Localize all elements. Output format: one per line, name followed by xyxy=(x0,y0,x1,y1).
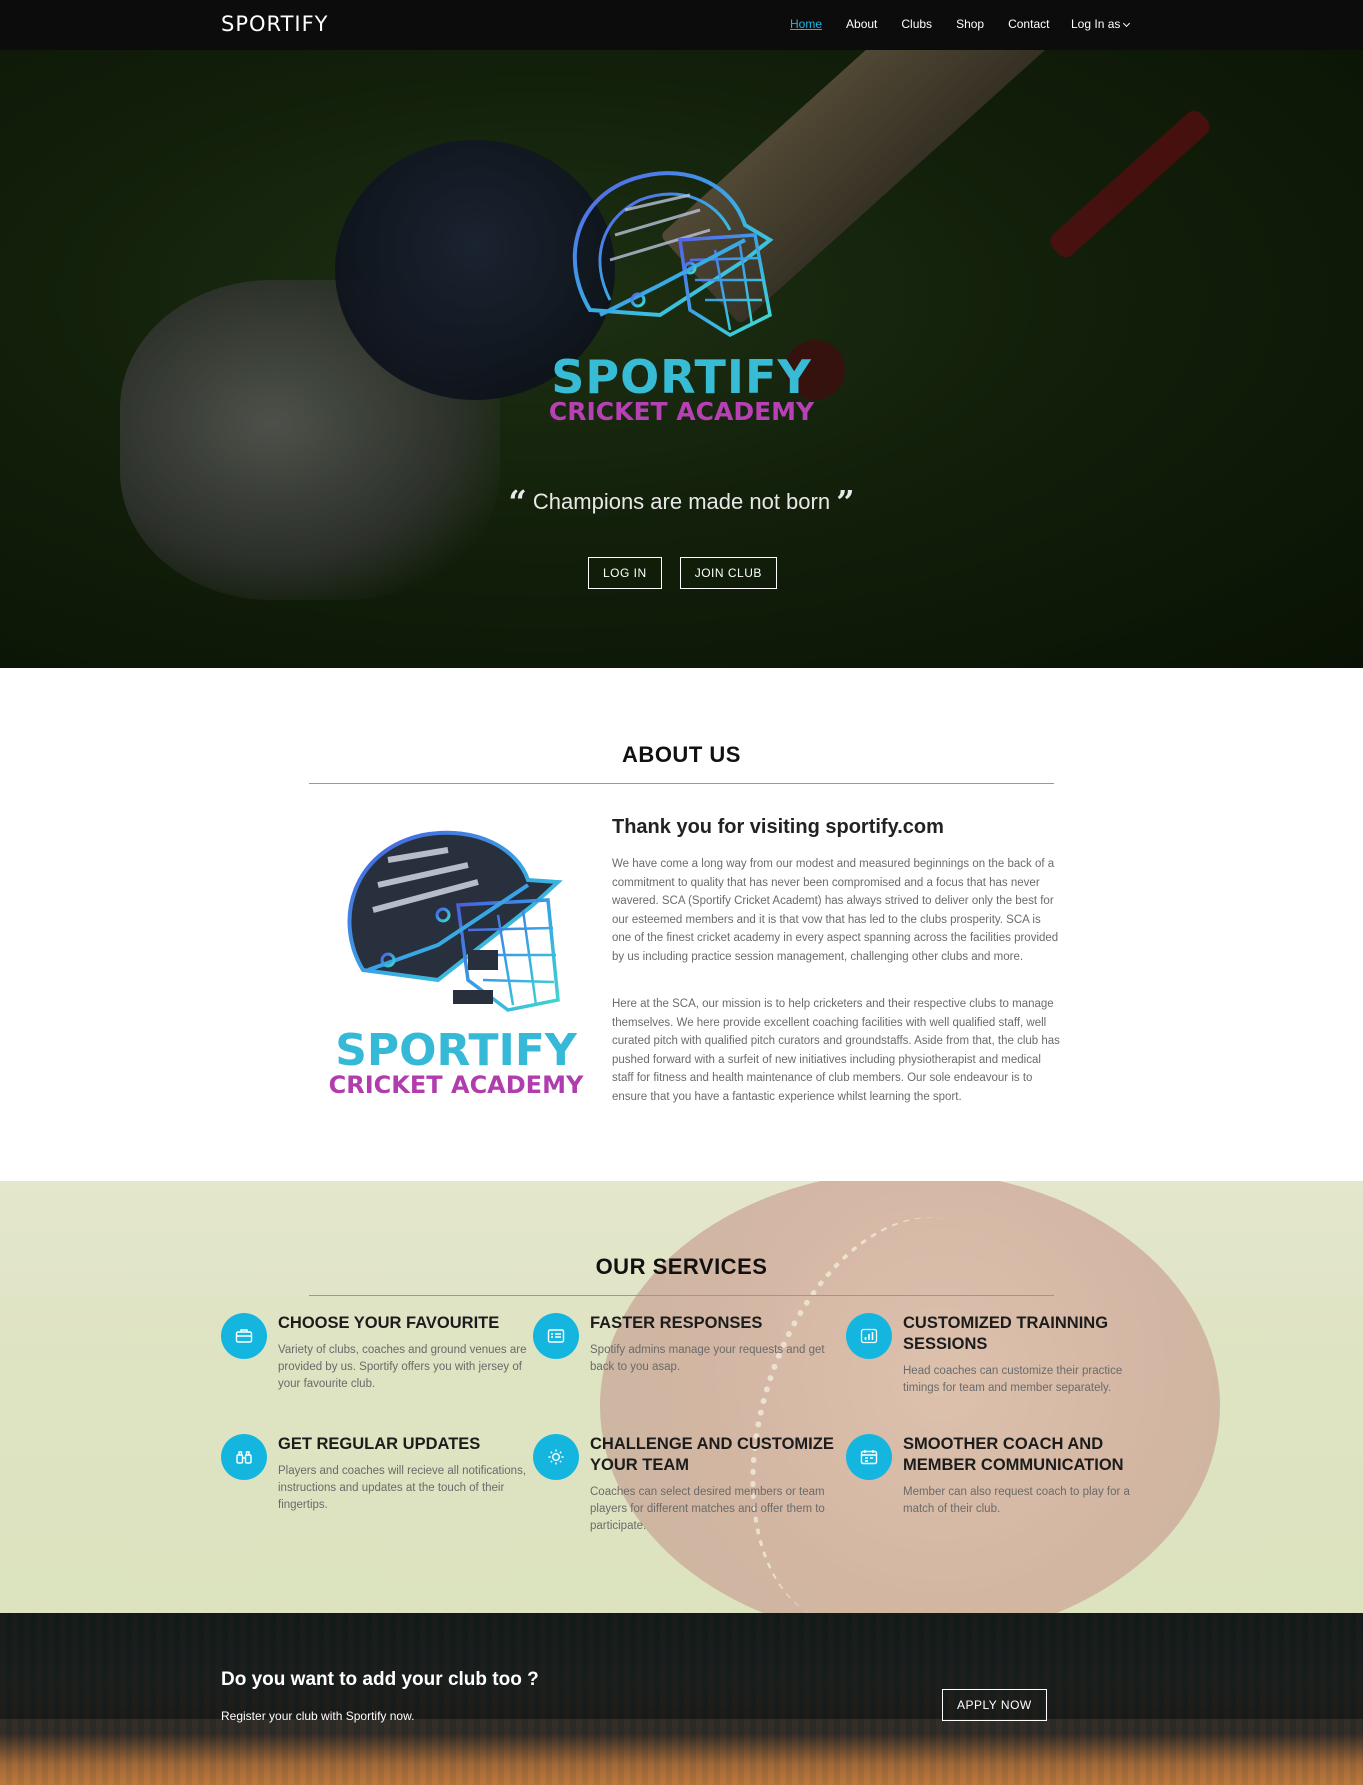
services-divider xyxy=(309,1295,1054,1296)
cta-overlay xyxy=(0,1613,1363,1719)
hero-logo-brand: SPORTIFY xyxy=(551,350,812,404)
service-title: SMOOTHER COACH AND MEMBER COMMUNICATION xyxy=(903,1435,1124,1474)
nav-clubs-link[interactable]: Clubs xyxy=(901,17,932,31)
hero-buttons: LOG IN JOIN CLUB xyxy=(588,557,795,589)
about-paragraph-1: We have come a long way from our modest … xyxy=(612,858,1059,963)
hero-logo-subtitle: CRICKET ACADEMY xyxy=(548,397,815,426)
service-description: Coaches can select desired members or te… xyxy=(590,1486,825,1532)
hero-quote-text: Champions are made not born xyxy=(532,489,831,514)
about-logo-brand: SPORTIFY xyxy=(335,1025,577,1076)
about-title: ABOUT US xyxy=(622,742,741,767)
navbar: SPORTIFY Home About Clubs Shop Contact L… xyxy=(0,0,1363,50)
service-title: CHALLENGE AND CUSTOMIZE YOUR TEAM xyxy=(590,1435,834,1474)
calendar-icon xyxy=(846,1434,892,1480)
open-quote-icon: “ xyxy=(508,483,527,521)
services-overlay xyxy=(0,1181,1363,1613)
helmet-logo-icon xyxy=(572,171,774,338)
about-paragraph-2: Here at the SCA, our mission is to help … xyxy=(612,998,1060,1103)
helmet-logo-icon xyxy=(347,830,563,1012)
close-quote-icon: ” xyxy=(836,483,855,521)
services-section xyxy=(0,1181,1363,1613)
bar-chart-icon xyxy=(846,1313,892,1359)
cta-section: Do you want to add your club too ? Regis… xyxy=(0,1613,1363,1785)
nav-links: Home About Clubs Shop Contact xyxy=(790,17,1073,31)
service-description: Spotify admins manage your requests and … xyxy=(590,1344,825,1373)
cta-title: Do you want to add your club too ? xyxy=(221,1669,539,1690)
cta-subtitle: Register your club with Sportify now. xyxy=(221,1709,415,1723)
login-as-dropdown[interactable]: Log In as xyxy=(1071,17,1131,31)
nav-contact-link[interactable]: Contact xyxy=(1008,17,1049,31)
brand-logo[interactable]: SPORTIFY xyxy=(221,12,329,36)
nav-shop-link[interactable]: Shop xyxy=(956,17,984,31)
service-title: CHOOSE YOUR FAVOURITE xyxy=(278,1314,500,1332)
nav-home-link[interactable]: Home xyxy=(790,17,822,31)
login-as-label: Log In as xyxy=(1071,17,1121,31)
service-description: Head coaches can customize their practic… xyxy=(903,1365,1123,1394)
about-heading: Thank you for visiting sportify.com xyxy=(612,816,944,838)
apply-now-button[interactable]: APPLY NOW xyxy=(942,1689,1047,1721)
join-club-button[interactable]: JOIN CLUB xyxy=(679,557,777,589)
sun-icon xyxy=(533,1434,579,1480)
binoculars-icon xyxy=(221,1434,267,1480)
card-icon xyxy=(533,1313,579,1359)
hero-quote: “ Champions are made not born ” xyxy=(0,483,1363,521)
service-description: Member can also request coach to play fo… xyxy=(903,1486,1130,1515)
service-title: FASTER RESPONSES xyxy=(590,1314,763,1332)
chevron-down-icon xyxy=(1123,19,1131,28)
about-divider xyxy=(309,783,1054,784)
briefcase-icon xyxy=(221,1313,267,1359)
nav-about-link[interactable]: About xyxy=(846,17,877,31)
service-title: GET REGULAR UPDATES xyxy=(278,1435,481,1453)
service-description: Variety of clubs, coaches and ground ven… xyxy=(278,1344,527,1390)
about-logo-subtitle: CRICKET ACADEMY xyxy=(328,1071,584,1099)
service-title: CUSTOMIZED TRAINNING SESSIONS xyxy=(903,1314,1109,1353)
login-button[interactable]: LOG IN xyxy=(588,557,662,589)
service-description: Players and coaches will recieve all not… xyxy=(278,1465,527,1511)
services-title: OUR SERVICES xyxy=(595,1254,768,1279)
hero-section: SPORTIFY CRICKET ACADEMY “ Champions are… xyxy=(0,50,1363,668)
